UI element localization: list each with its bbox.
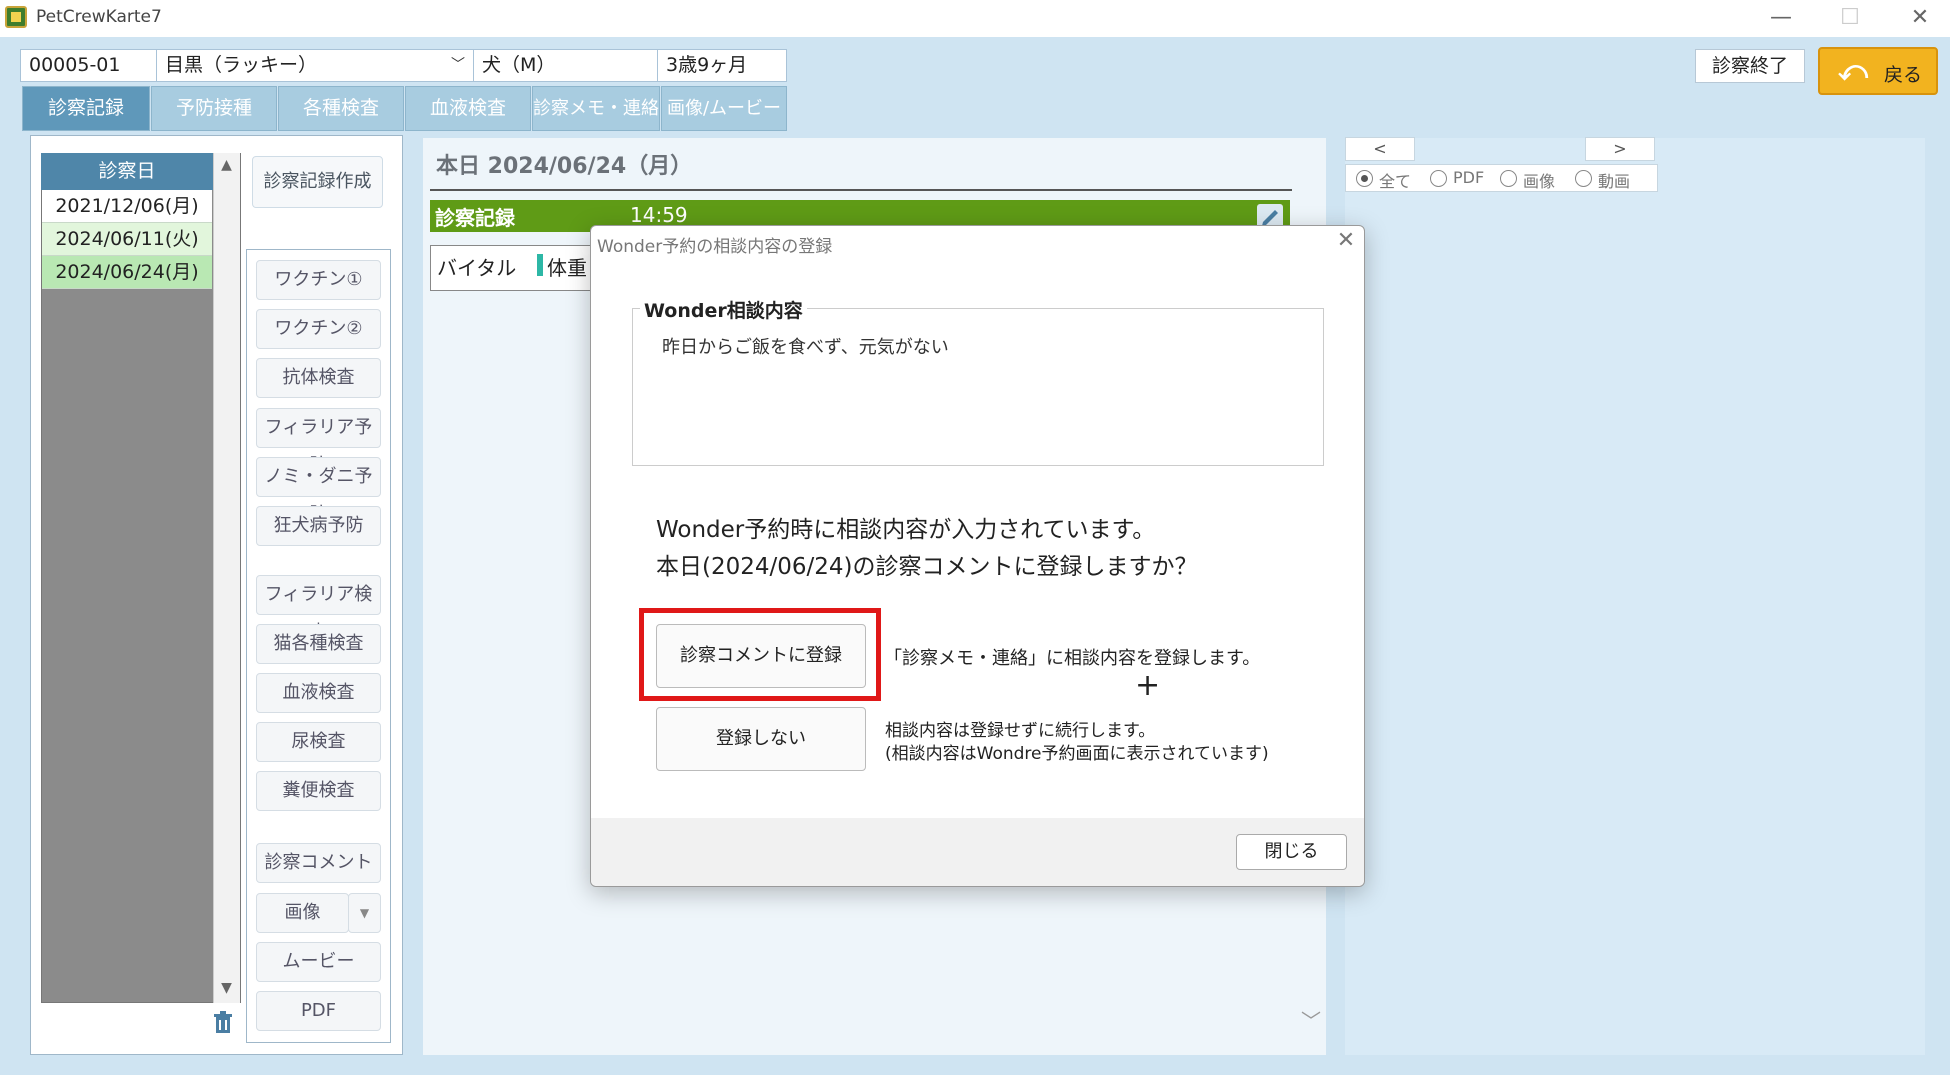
tab-blood-test[interactable]: 血液検査 xyxy=(405,86,531,131)
antibody-test-button[interactable]: 抗体検査 xyxy=(256,358,381,398)
filaria-prevention-button[interactable]: フィラリア予防 xyxy=(256,408,381,476)
filter-video-label: 動画 xyxy=(1598,172,1631,191)
media-area xyxy=(1345,138,1925,1055)
vaccine-2-button[interactable]: ワクチン② xyxy=(256,309,381,349)
rabies-prevention-button[interactable]: 狂犬病予防 xyxy=(256,506,381,546)
cursor-crosshair: + xyxy=(1135,668,1161,703)
weight-marker xyxy=(537,254,543,276)
back-label: 戻る xyxy=(1884,64,1923,86)
patient-name: 目黒（ラッキー） xyxy=(165,54,318,76)
date-list-header: 診察日 xyxy=(41,153,213,190)
record-title: 診察記録 xyxy=(435,206,515,230)
close-icon[interactable]: ✕ xyxy=(1328,225,1364,257)
back-button[interactable]: ⤺ 戻る xyxy=(1818,47,1938,95)
patient-id: 00005-01 xyxy=(20,49,157,82)
consult-comment-button[interactable]: 診察コメント xyxy=(256,843,381,883)
record-time: 14:59 xyxy=(630,203,688,227)
filter-all-label: 全て xyxy=(1379,172,1412,191)
filter-pdf-label: PDF xyxy=(1453,168,1485,187)
maximize-button[interactable]: ☐ xyxy=(1825,4,1875,32)
stool-test-button[interactable]: 糞便検査 xyxy=(256,771,381,811)
create-record-button[interactable]: 診察記録作成 xyxy=(252,156,383,208)
dialog-message-line-1: Wonder予約時に相談内容が入力されています。 xyxy=(656,517,1156,543)
consult-text: 昨日からご飯を食べず、元気がない xyxy=(662,337,949,358)
date-row[interactable]: 2024/06/11(火) xyxy=(42,223,212,256)
image-button[interactable]: 画像 xyxy=(256,893,349,933)
chevron-down-icon[interactable]: ﹀ xyxy=(1301,1005,1321,1034)
consult-legend: Wonder相談内容 xyxy=(640,296,807,323)
cat-tests-button[interactable]: 猫各種検査 xyxy=(256,624,381,664)
weight-label: 体重 xyxy=(547,256,587,280)
tab-vaccination[interactable]: 予防接種 xyxy=(151,86,277,131)
next-button[interactable]: > xyxy=(1585,137,1655,161)
blood-test-button[interactable]: 血液検査 xyxy=(256,673,381,713)
no-register-button[interactable]: 登録しない xyxy=(656,707,866,771)
movie-button[interactable]: ムービー xyxy=(256,942,381,982)
window-close-button[interactable]: ✕ xyxy=(1895,4,1945,32)
register-comment-button[interactable]: 診察コメントに登録 xyxy=(656,624,866,688)
patient-species: 犬（M） xyxy=(473,49,658,82)
tab-consult-record[interactable]: 診察記録 xyxy=(22,86,150,131)
date-row[interactable]: 2021/12/06(月) xyxy=(42,190,212,223)
minimize-button[interactable]: — xyxy=(1756,4,1806,32)
app-title: PetCrewKarte7 xyxy=(36,7,162,27)
vital-label: バイタル xyxy=(437,256,517,280)
filter-all-radio[interactable] xyxy=(1356,170,1373,187)
tab-memo-contact[interactable]: 診察メモ・連絡 xyxy=(532,86,660,131)
filter-image-label: 画像 xyxy=(1523,172,1556,191)
tab-examinations[interactable]: 各種検査 xyxy=(278,86,404,131)
no-register-description-2: (相談内容はWondre予約画面に表示されています) xyxy=(885,744,1269,764)
trash-icon[interactable] xyxy=(212,1011,234,1035)
dialog-close-button[interactable]: 閉じる xyxy=(1236,834,1347,870)
vaccine-1-button[interactable]: ワクチン① xyxy=(256,260,381,300)
scroll-down-icon[interactable]: ▼ xyxy=(213,980,240,996)
patient-age: 3歳9ヶ月 xyxy=(657,49,787,82)
pdf-button[interactable]: PDF xyxy=(256,991,381,1031)
no-register-description-1: 相談内容は登録せずに続行します。 xyxy=(885,721,1156,741)
filter-video-radio[interactable] xyxy=(1575,170,1592,187)
undo-arrow-icon: ⤺ xyxy=(1838,54,1868,87)
patient-name-select[interactable]: 目黒（ラッキー） ﹀ xyxy=(156,49,474,82)
dialog-message-line-2: 本日(2024/06/24)の診察コメントに登録しますか？ xyxy=(656,554,1198,580)
date-row-selected[interactable]: 2024/06/24(月) xyxy=(42,256,212,289)
app-icon xyxy=(5,6,27,28)
title-bar xyxy=(0,0,1950,37)
today-label: 本日 2024/06/24（月） xyxy=(436,154,693,179)
image-dropdown-icon[interactable]: ▼ xyxy=(348,893,381,933)
urine-test-button[interactable]: 尿検査 xyxy=(256,722,381,762)
date-list-scrollbar[interactable] xyxy=(213,153,240,1003)
filter-image-radio[interactable] xyxy=(1500,170,1517,187)
tab-image-movie[interactable]: 画像/ムービー xyxy=(661,86,787,131)
dialog-title: Wonder予約の相談内容の登録 xyxy=(597,237,833,257)
divider xyxy=(430,189,1292,191)
consult-content-box xyxy=(632,308,1324,466)
end-consult-button[interactable]: 診察終了 xyxy=(1695,49,1805,83)
filaria-test-button[interactable]: フィラリア検査 xyxy=(256,575,381,643)
chevron-down-icon: ﹀ xyxy=(451,57,465,73)
scroll-up-icon[interactable]: ▲ xyxy=(213,157,240,173)
register-description: 「診察メモ・連絡」に相談内容を登録します。 xyxy=(884,648,1261,669)
prev-button[interactable]: < xyxy=(1345,137,1415,161)
flea-tick-prevention-button[interactable]: ノミ・ダニ予防 xyxy=(256,457,381,525)
filter-pdf-radio[interactable] xyxy=(1430,170,1447,187)
